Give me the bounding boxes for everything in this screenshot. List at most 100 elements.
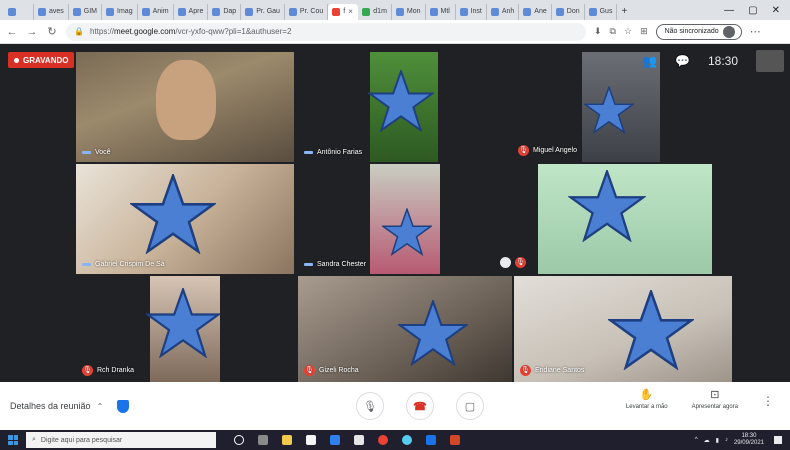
skype-icon[interactable]	[426, 435, 436, 445]
browser-tab-strip: aves GIM Imag Anim Apre Dap Pr. Gau Pr. …	[0, 0, 790, 20]
hand-icon: ✋	[639, 389, 654, 401]
microphone-button[interactable]: 🎙	[356, 392, 384, 420]
meet-icon	[332, 7, 341, 16]
shield-icon[interactable]	[117, 399, 130, 413]
windows-start-icon[interactable]	[8, 435, 18, 445]
browser-tab[interactable]: Pr. Cou	[285, 3, 329, 20]
back-icon[interactable]: ←	[6, 26, 18, 38]
bookmark-star-icon[interactable]: ☆	[624, 26, 632, 37]
secondary-controls: ✋ Levantar a mão ⊡ Apresentar agora ⋮	[626, 388, 774, 410]
participant-label: 🎙 Miguel Angelo	[518, 145, 577, 156]
new-tab-button[interactable]: +	[617, 4, 647, 20]
participant-tile[interactable]: 🎙 Miguel Angelo	[442, 52, 660, 162]
camera-button[interactable]: ▢	[456, 392, 484, 420]
browser-tab[interactable]: Inst	[456, 3, 487, 20]
profile-avatar-icon	[722, 25, 735, 38]
doc-icon	[588, 7, 597, 16]
task-view-icon[interactable]	[258, 435, 268, 445]
meet-control-bar: Detalhes da reunião ⌃ 🎙 ☎ ▢ ✋ Levantar a…	[0, 382, 790, 430]
hang-up-button[interactable]: ☎	[406, 392, 434, 420]
minimize-button[interactable]: —	[724, 5, 734, 16]
participant-label: 🎙 Gizeli Rocha	[304, 365, 359, 376]
participant-tile[interactable]: Gabriel Crispim De Sá	[76, 164, 294, 274]
download-icon[interactable]: ⬇	[594, 26, 602, 37]
extension-icon[interactable]: ⧉	[610, 26, 616, 37]
participant-label: 🎙 Rch Dranka	[82, 365, 134, 376]
participant-label: Sandra Chester	[304, 261, 366, 268]
doc-icon	[429, 7, 438, 16]
doc-icon	[555, 7, 564, 16]
participant-tile[interactable]: Sandra Chester	[298, 164, 516, 274]
reload-icon[interactable]: ↻	[46, 25, 58, 38]
participant-tile[interactable]: 🎙 Eridiane Santos	[514, 276, 732, 382]
browser-tab-active[interactable]: f ×	[328, 3, 359, 20]
more-options-icon[interactable]: ⋮	[762, 388, 774, 408]
browser-tab[interactable]: aves	[34, 3, 69, 20]
mic-active-icon	[304, 263, 313, 266]
browser-tab[interactable]: Anh	[487, 3, 520, 20]
participant-tile[interactable]: Antônio Farias	[298, 52, 438, 162]
forward-icon[interactable]: →	[26, 26, 38, 38]
browser-tab[interactable]: Dap	[208, 3, 242, 20]
browser-tab[interactable]: d1m	[358, 3, 392, 20]
mail-icon[interactable]	[330, 435, 340, 445]
people-icon[interactable]: 👥	[642, 54, 657, 68]
raise-hand-button[interactable]: ✋ Levantar a mão	[626, 388, 668, 410]
mic-active-icon	[304, 151, 313, 154]
browser-tab[interactable]: Anim	[138, 3, 174, 20]
mic-muted-icon: 🎙	[82, 365, 93, 376]
chevron-up-icon: ⌃	[96, 401, 104, 411]
browser-tab[interactable]: Gus	[585, 3, 618, 20]
file-explorer-icon[interactable]	[282, 435, 292, 445]
browser-tab[interactable]: Apre	[174, 3, 209, 20]
close-window-button[interactable]: ✕	[772, 5, 780, 16]
doc-icon	[288, 7, 297, 16]
browser-tab[interactable]: Pr. Gau	[241, 3, 285, 20]
participant-tile[interactable]: 🎙 Gizeli Rocha	[298, 276, 512, 382]
chevron-up-icon[interactable]: ^	[695, 437, 698, 443]
browser-tab[interactable]	[4, 3, 34, 20]
address-bar[interactable]: 🔒 https://meet.google.com/vcr-yxfo-qww?p…	[66, 22, 586, 41]
notification-icon[interactable]	[774, 436, 782, 444]
chat-icon[interactable]: 💬	[675, 54, 690, 68]
shop-icon[interactable]	[354, 435, 364, 445]
participant-tile[interactable]: 🎙	[494, 164, 712, 274]
privacy-star-mask	[608, 290, 694, 370]
browser-tab[interactable]: GIM	[69, 3, 103, 20]
system-clock[interactable]: 18:30 29/09/2021	[734, 433, 764, 447]
participant-label: Gabriel Crispim De Sá	[82, 261, 165, 268]
browser-tab[interactable]: Mon	[392, 3, 426, 20]
present-now-button[interactable]: ⊡ Apresentar agora	[692, 388, 738, 410]
browser-tab[interactable]: Mtl	[426, 3, 456, 20]
doc-icon	[141, 7, 150, 16]
participant-tile[interactable]: Você	[76, 52, 294, 162]
app-icon	[8, 7, 16, 16]
doc-icon	[523, 7, 532, 16]
meeting-details-button[interactable]: Detalhes da reunião ⌃	[10, 401, 103, 411]
network-icon[interactable]: ▮	[716, 437, 719, 444]
onedrive-icon[interactable]: ☁	[704, 437, 710, 444]
store-icon[interactable]	[306, 435, 316, 445]
taskbar-search[interactable]: ⌕ Digite aqui para pesquisar	[26, 432, 216, 448]
cortana-icon[interactable]	[234, 435, 244, 445]
self-view-thumbnail[interactable]	[756, 50, 784, 72]
meet-top-toolbar: 👥 💬 18:30	[642, 50, 790, 72]
profile-sync-button[interactable]: Não sincronizado	[655, 23, 742, 40]
recording-dot-icon	[14, 57, 19, 63]
browser-menu-icon[interactable]: ⋯	[750, 25, 761, 38]
powerpoint-icon[interactable]	[450, 435, 460, 445]
participant-label: 🎙	[500, 257, 530, 268]
system-tray: ^ ☁ ▮ ♪ 18:30 29/09/2021	[695, 433, 790, 447]
maximize-button[interactable]: ▢	[748, 5, 757, 16]
close-tab-icon[interactable]: ×	[348, 7, 353, 16]
edge-icon[interactable]	[402, 435, 412, 445]
browser-tab[interactable]: Imag	[102, 3, 138, 20]
doc-icon	[72, 7, 81, 16]
chrome-icon[interactable]	[378, 435, 388, 445]
pin-icon[interactable]	[500, 257, 511, 268]
participant-tile[interactable]: 🎙 Rch Dranka	[76, 276, 294, 382]
collections-icon[interactable]: ⊞	[640, 26, 648, 37]
browser-tab[interactable]: Ane	[519, 3, 552, 20]
volume-icon[interactable]: ♪	[725, 437, 728, 443]
browser-tab[interactable]: Don	[552, 3, 585, 20]
